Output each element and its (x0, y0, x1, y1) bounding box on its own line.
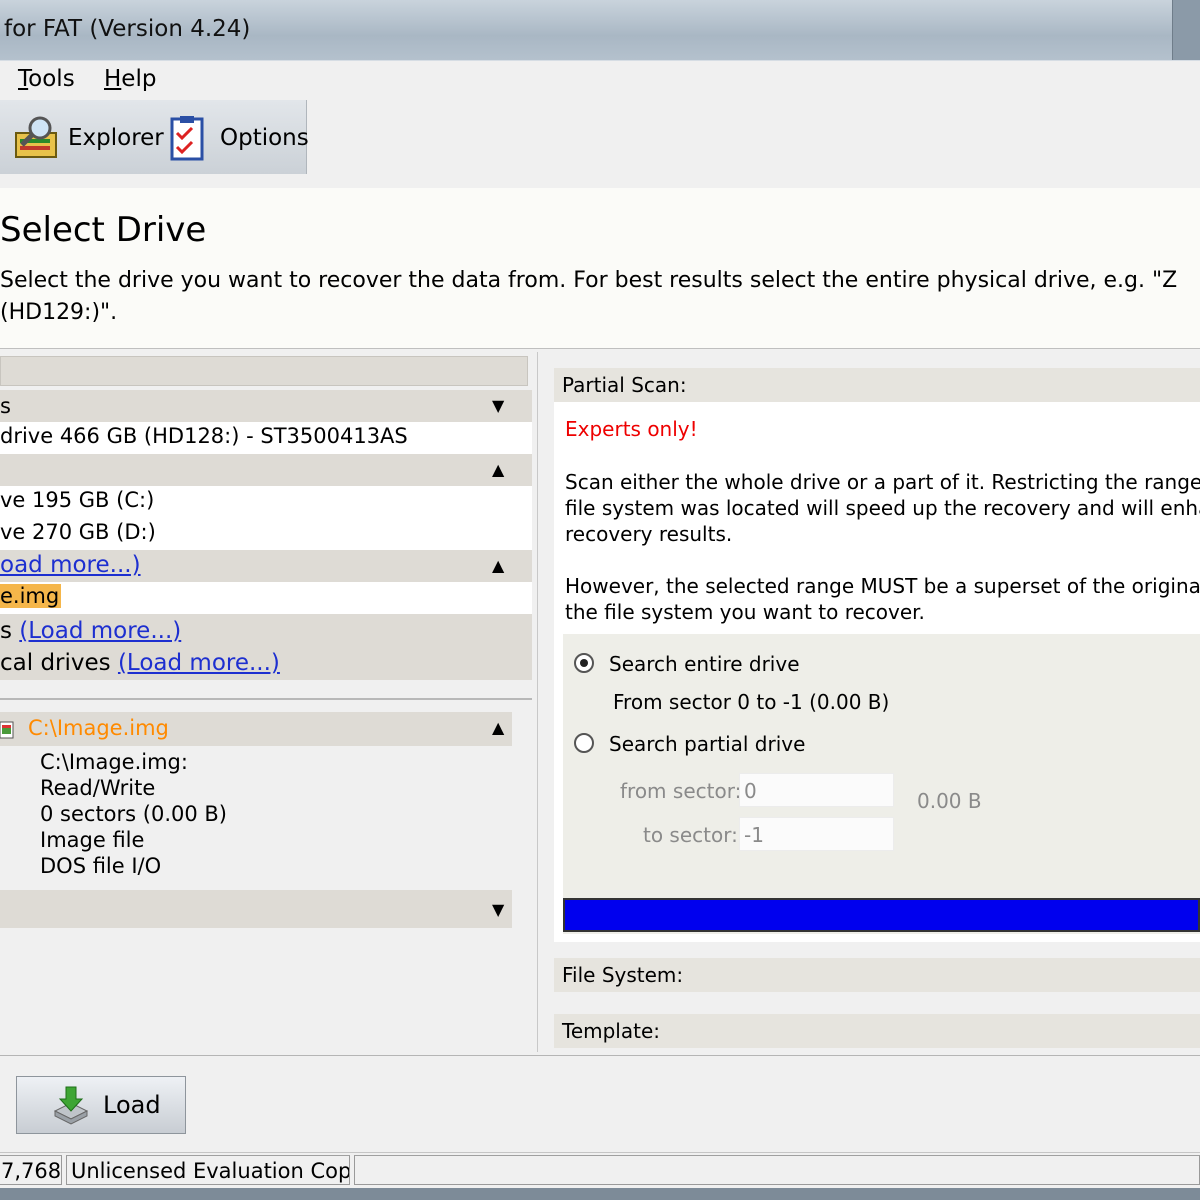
drive-item-hd128[interactable]: drive 466 GB (HD128:) - ST3500413AS (0, 424, 408, 448)
window-title: for FAT (Version 4.24) (4, 16, 251, 42)
partial-scan-title: Partial Scan: (562, 373, 687, 397)
drive-group-5: cal drives (Load more...) (0, 650, 280, 676)
description-line-2: (HD129:)". (0, 300, 118, 325)
collapsed-section-header[interactable] (0, 890, 512, 928)
scan-range-bar (563, 898, 1200, 932)
divider (0, 698, 532, 700)
load-download-icon (51, 1085, 91, 1125)
detail-io: DOS file I/O (40, 854, 162, 878)
scan-warning-line: However, the selected range MUST be a su… (565, 574, 1200, 598)
radio-selected-dot (580, 659, 588, 667)
details-title: C:\Image.img (28, 716, 169, 740)
menu-bar (0, 60, 1200, 101)
title-bar: for FAT (Version 4.24) (0, 0, 1200, 60)
experts-warning: Experts only! (565, 417, 698, 441)
page-description: Select the drive you want to recover the… (0, 265, 1200, 329)
drive-item-c[interactable]: ve 195 GB (C:) (0, 488, 154, 512)
drive-group-physical-label: s (0, 394, 11, 418)
detail-size: 0 sectors (0.00 B) (40, 802, 228, 826)
load-more-link[interactable]: (Load more...) (19, 618, 181, 644)
menu-tools[interactable]: Tools (18, 66, 75, 92)
to-sector-label: to sector: (643, 823, 738, 847)
status-cell-empty (354, 1155, 1200, 1185)
drive-group-4-label: s (0, 618, 12, 644)
drive-list-header (0, 356, 528, 386)
scan-explanation-line: recovery results. (565, 522, 733, 546)
image-items-bg (0, 582, 532, 614)
collapse-arrow-down-icon[interactable]: ▼ (492, 396, 504, 415)
collapse-arrow-up-icon[interactable]: ▲ (492, 460, 504, 479)
drive-group-physical[interactable] (0, 390, 532, 422)
drive-group-4: s (Load more...) (0, 618, 181, 644)
scan-explanation: Scan either the whole drive or a part of… (565, 469, 1200, 547)
collapse-arrow-up-icon[interactable]: ▲ (492, 556, 504, 575)
scan-warning-line: the file system you want to recover. (565, 600, 925, 624)
drive-group-5-label: cal drives (0, 650, 111, 676)
window-bottom-edge (0, 1188, 1200, 1200)
load-button[interactable]: Load (16, 1076, 186, 1134)
template-title: Template: (562, 1019, 660, 1043)
status-cell-license: Unlicensed Evaluation Copy (66, 1155, 350, 1185)
explorer-button[interactable]: Explorer (14, 112, 164, 164)
file-system-title: File System: (562, 963, 684, 987)
scan-warning: However, the selected range MUST be a su… (565, 573, 1200, 625)
option-entire-label[interactable]: Search entire drive (609, 652, 800, 676)
option-partial-label[interactable]: Search partial drive (609, 732, 805, 756)
drive-item-d[interactable]: ve 270 GB (D:) (0, 520, 156, 544)
collapse-arrow-up-icon[interactable]: ▲ (492, 718, 504, 737)
image-file-icon (0, 720, 14, 740)
load-button-label: Load (103, 1091, 161, 1119)
menu-help[interactable]: Help (104, 66, 156, 92)
description-line-1: Select the drive you want to recover the… (0, 268, 1178, 293)
load-more-images-link[interactable]: oad more...) (0, 552, 141, 578)
drive-group-logical[interactable] (0, 454, 532, 486)
from-sector-label: from sector: (620, 779, 742, 803)
options-label: Options (220, 125, 309, 151)
scan-explanation-line: file system was located will speed up th… (565, 496, 1200, 520)
options-button[interactable]: Options (166, 112, 309, 164)
load-more-link[interactable]: (Load more...) (118, 650, 280, 676)
range-size-label: 0.00 B (917, 789, 982, 813)
page-title: Select Drive (0, 210, 207, 250)
collapse-arrow-down-icon[interactable]: ▼ (492, 900, 504, 919)
scan-explanation-line: Scan either the whole drive or a part of… (565, 470, 1200, 494)
detail-path: C:\Image.img: (40, 750, 188, 774)
explorer-icon (14, 115, 60, 161)
to-sector-input[interactable]: -1 (739, 817, 894, 851)
from-sector-input[interactable]: 0 (739, 773, 894, 807)
checklist-icon (166, 115, 212, 161)
detail-type: Image file (40, 828, 145, 852)
status-cell-count: 7,768 (0, 1155, 62, 1185)
window-control-edge[interactable] (1172, 0, 1200, 60)
detail-access: Read/Write (40, 776, 156, 800)
radio-partial-drive[interactable] (574, 733, 594, 753)
radio-entire-drive[interactable] (574, 653, 594, 673)
panel-splitter[interactable] (537, 352, 538, 1052)
explorer-label: Explorer (68, 125, 164, 151)
entire-range-text: From sector 0 to -1 (0.00 B) (613, 690, 890, 714)
drive-item-image-selected[interactable]: e.img (0, 584, 62, 608)
